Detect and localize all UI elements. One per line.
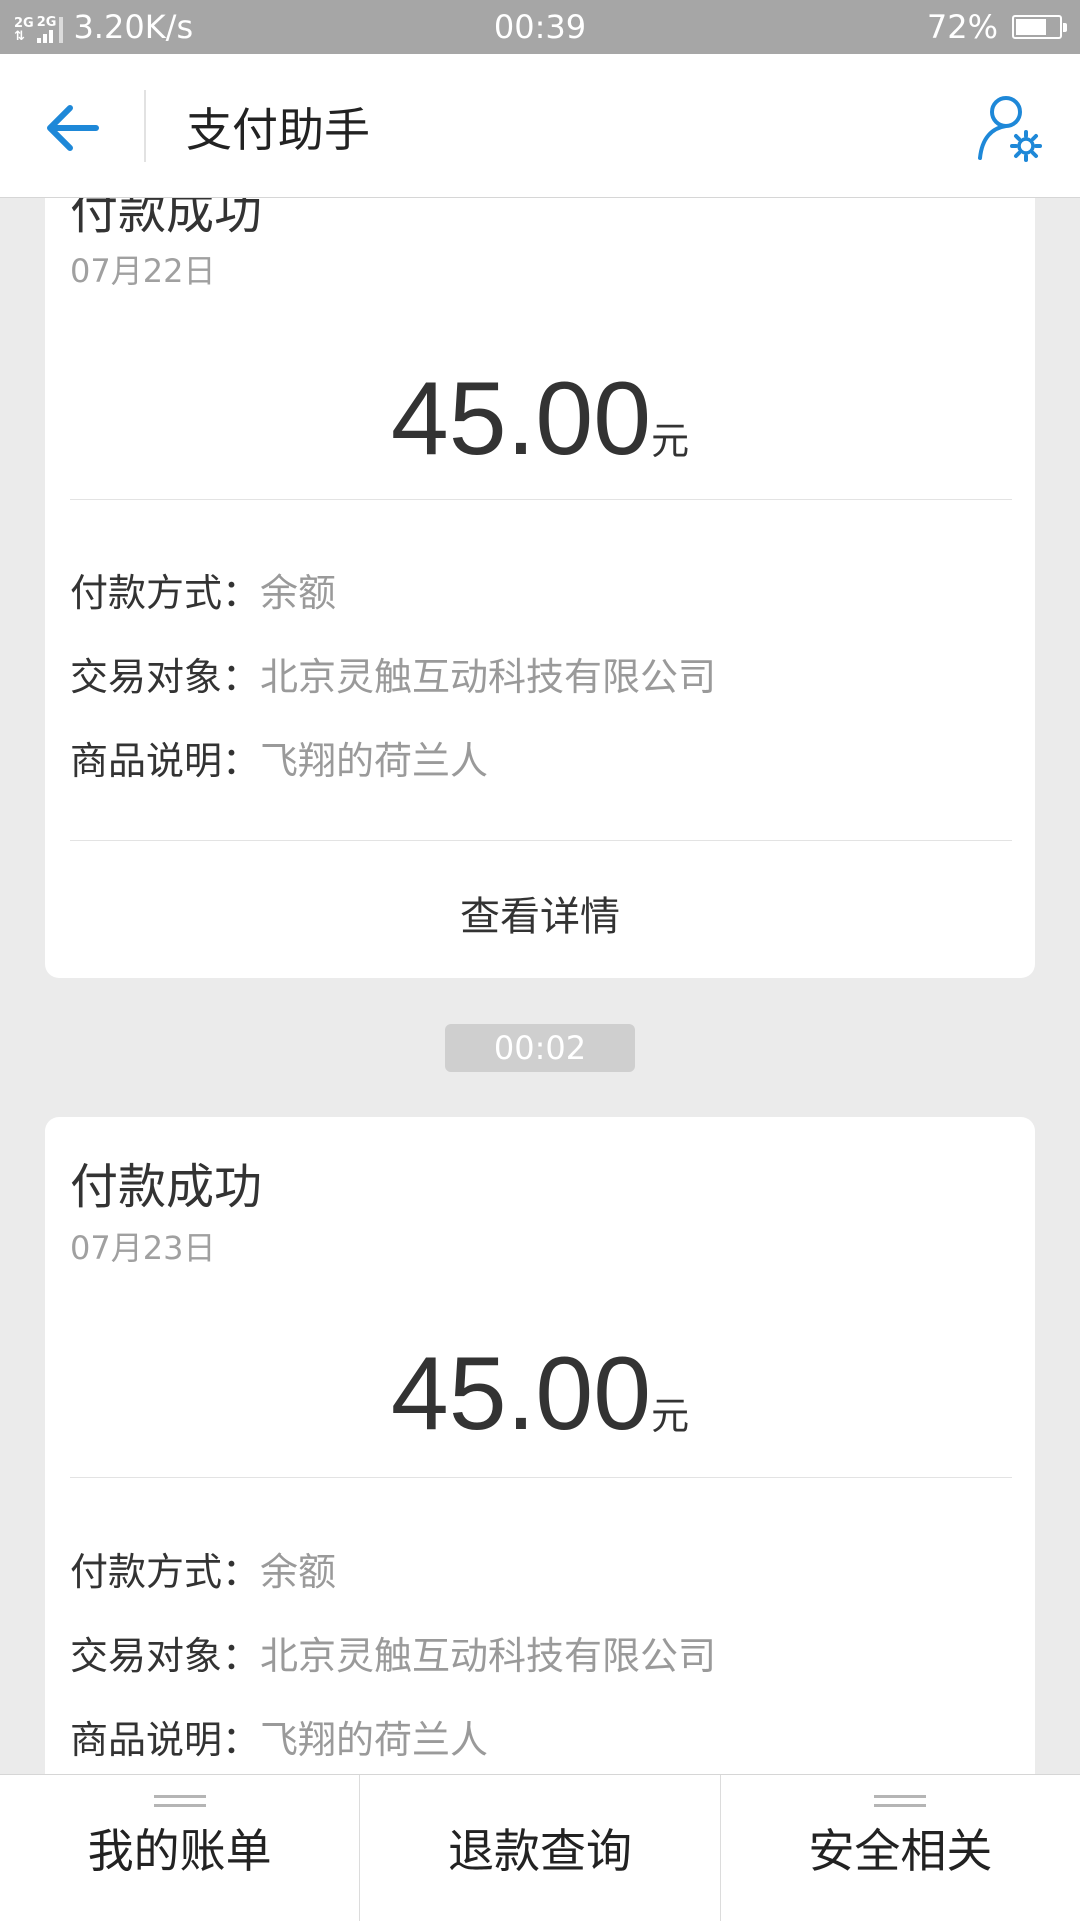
product-description-row: 商品说明：飞翔的荷兰人	[70, 739, 489, 783]
payment-card: 付款成功 07月23日 45.00元 付款方式：余额 交易对象：北京灵触互动科技…	[45, 1117, 1035, 1817]
battery-icon	[1012, 15, 1067, 39]
product-description-row: 商品说明：飞翔的荷兰人	[70, 1718, 489, 1762]
tab-my-bills[interactable]: 我的账单	[0, 1775, 359, 1921]
card-divider	[70, 840, 1012, 841]
card-date: 07月22日	[70, 252, 216, 290]
bottom-menu-bar: 我的账单 退款查询 安全相关	[0, 1774, 1080, 1921]
card-divider	[70, 499, 1012, 500]
payment-method-row: 付款方式：余额	[70, 1550, 337, 1594]
card-date: 07月23日	[70, 1229, 216, 1267]
card-divider	[70, 1477, 1012, 1478]
page-title: 支付助手	[186, 103, 370, 157]
user-settings-icon	[978, 96, 1042, 162]
payment-card: 付款成功 07月22日 45.00元 付款方式：余额 交易对象：北京灵触互动科技…	[45, 150, 1035, 978]
card-title: 付款成功	[70, 1159, 263, 1215]
status-right: 72%	[926, 8, 1067, 46]
app-header: 支付助手	[0, 54, 1080, 198]
menu-lines-icon	[874, 1795, 927, 1807]
view-details-button[interactable]: 查看详情	[45, 884, 1035, 942]
tab-label: 我的账单	[87, 1824, 272, 1878]
counterparty-row: 交易对象：北京灵触互动科技有限公司	[70, 655, 717, 699]
back-button[interactable]	[40, 96, 104, 160]
status-time: 00:39	[493, 8, 587, 46]
status-bar: 2G ⇅ 2G 3.20K/s 00:39 72%	[0, 0, 1080, 54]
tab-label: 安全相关	[808, 1824, 993, 1878]
payment-method-row: 付款方式：余额	[70, 571, 337, 615]
amount-unit: 元	[651, 1394, 690, 1438]
tab-security[interactable]: 安全相关	[719, 1775, 1080, 1921]
amount-display: 45.00元	[45, 1335, 1035, 1454]
amount-display: 45.00元	[45, 360, 1035, 479]
amount-unit: 元	[651, 419, 690, 463]
arrow-left-icon	[47, 105, 99, 151]
time-separator-badge: 00:02	[445, 1024, 635, 1072]
amount-value: 45.00	[390, 1336, 652, 1452]
counterparty-row: 交易对象：北京灵触互动科技有限公司	[70, 1634, 717, 1678]
user-settings-button[interactable]	[972, 92, 1044, 164]
amount-value: 45.00	[390, 361, 652, 477]
menu-lines-icon	[153, 1795, 206, 1807]
battery-percent: 72%	[926, 8, 998, 46]
tab-refund-query[interactable]: 退款查询	[359, 1775, 719, 1921]
tab-label: 退款查询	[447, 1824, 632, 1878]
header-divider	[144, 90, 146, 162]
